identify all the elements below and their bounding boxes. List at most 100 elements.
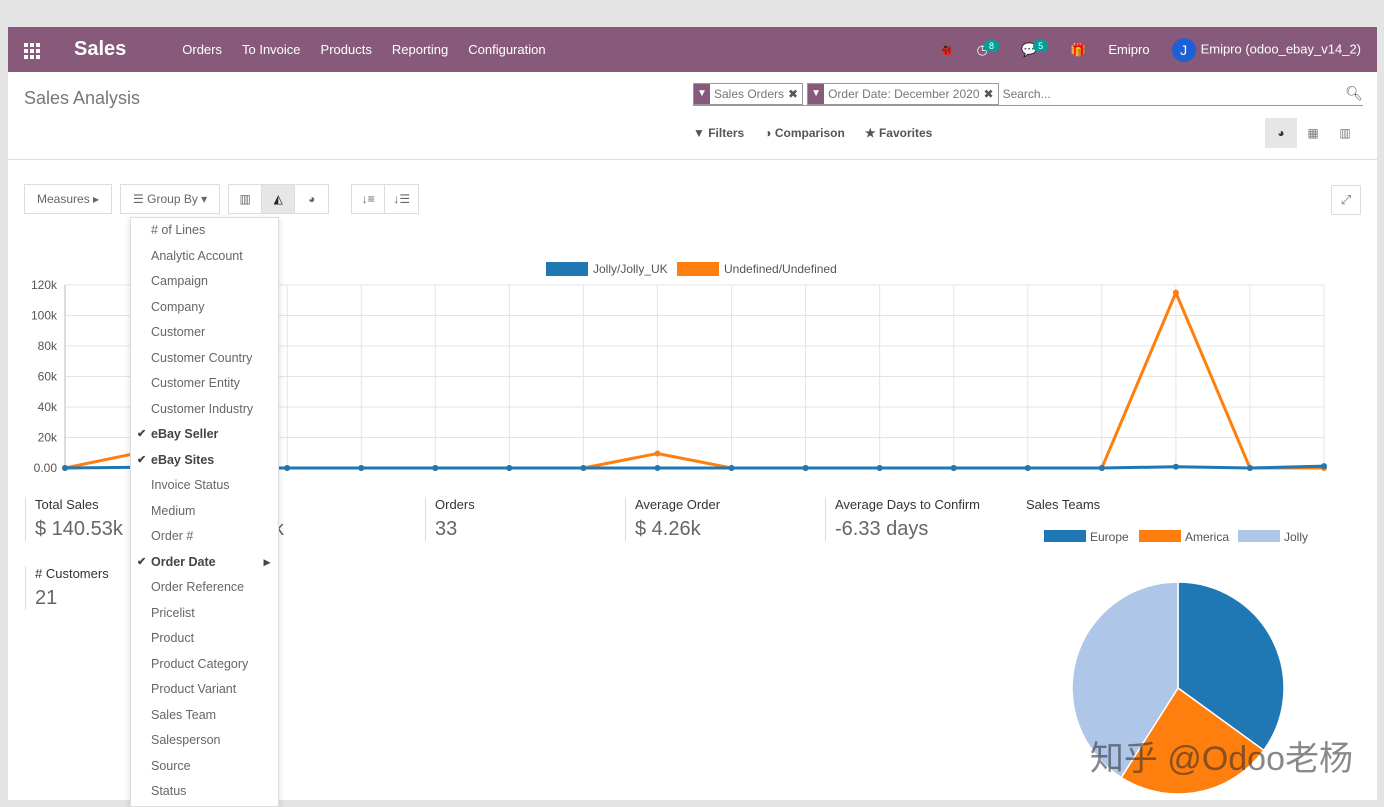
group-by-option[interactable]: # of Lines	[131, 218, 278, 244]
legend-label[interactable]: Undefined/Undefined	[724, 262, 837, 276]
group-by-dropdown: # of Lines Analytic Account Campaign Compan…	[130, 217, 279, 807]
activity-button[interactable]: ◷8	[977, 39, 999, 58]
data-point[interactable]	[358, 465, 365, 471]
pie-chart-icon[interactable]: ◕	[295, 185, 328, 213]
comparison-button[interactable]: ◑ Comparison	[764, 126, 845, 140]
legend-swatch	[1139, 530, 1181, 542]
group-by-option[interactable]: Medium	[131, 499, 278, 525]
group-by-option[interactable]: eBay Sites	[131, 448, 278, 474]
company-switcher[interactable]: Emipro	[1108, 42, 1149, 57]
pivot-view-icon[interactable]: ▦	[1297, 118, 1329, 148]
data-point[interactable]	[1024, 465, 1031, 471]
group-by-option[interactable]: Sales Team	[131, 703, 278, 729]
kpi-card[interactable]: Average Days to Confirm -6.33 days	[825, 497, 980, 541]
legend-label[interactable]: Europe	[1090, 530, 1129, 544]
bar-chart-icon[interactable]: ▥	[229, 185, 263, 213]
group-by-option[interactable]: Customer Country	[131, 346, 278, 372]
group-by-option[interactable]: Product Category	[131, 652, 278, 678]
gift-icon[interactable]: 🎁	[1070, 42, 1086, 58]
data-point[interactable]	[802, 465, 809, 471]
graph-view-icon[interactable]: ▥	[1329, 118, 1361, 148]
filters-button[interactable]: ▼ Filters	[693, 126, 744, 140]
legend-label[interactable]: America	[1185, 530, 1229, 544]
legend-label[interactable]: Jolly/Jolly_UK	[593, 262, 668, 276]
search-icon[interactable]: 🔍︎	[1345, 85, 1363, 102]
measures-button[interactable]: Measures ▸	[24, 184, 113, 214]
menu-reporting[interactable]: Reporting	[392, 42, 448, 57]
group-by-option[interactable]: Source	[131, 754, 278, 780]
data-point[interactable]	[62, 465, 68, 471]
remove-facet-icon[interactable]: ✖	[788, 87, 802, 101]
legend-swatch	[677, 262, 719, 276]
group-by-option[interactable]: Analytic Account	[131, 244, 278, 270]
group-by-option[interactable]: Salesperson	[131, 728, 278, 754]
group-by-button[interactable]: ☰ Group By ▾	[120, 184, 221, 214]
legend-label[interactable]: Jolly	[1284, 530, 1308, 544]
data-point[interactable]	[876, 465, 883, 471]
menu-orders[interactable]: Orders	[182, 42, 222, 57]
group-by-option[interactable]: Product Variant	[131, 677, 278, 703]
kpi-label: Average Order	[635, 497, 721, 512]
expand-icon[interactable]: ⤢	[1331, 185, 1361, 215]
favorites-button[interactable]: ★ Favorites	[865, 126, 932, 140]
group-by-option[interactable]: Customer Entity	[131, 371, 278, 397]
kpi-card[interactable]: Orders 33	[425, 497, 475, 541]
kpi-value: $ 140.53k	[35, 518, 123, 540]
data-point[interactable]	[580, 465, 587, 471]
kpi-card[interactable]: # Customers 21	[25, 566, 109, 610]
group-by-option[interactable]: Order Date	[131, 550, 278, 576]
messages-button[interactable]: 💬5	[1021, 39, 1049, 58]
facet-order-date: ▼ Order Date: December 2020 ✖	[807, 82, 999, 105]
user-menu[interactable]: J Emipro (odoo_ebay_v14_2)	[1171, 37, 1361, 62]
data-point[interactable]	[1098, 465, 1105, 471]
group-by-option[interactable]: Invoice Status	[131, 473, 278, 499]
facet-label: Order Date: December 2020	[828, 86, 980, 101]
group-by-option[interactable]: Order #	[131, 524, 278, 550]
group-by-option[interactable]: Product	[131, 626, 278, 652]
dashboard-view-icon[interactable]: ◕	[1265, 118, 1297, 148]
menu-configuration[interactable]: Configuration	[468, 42, 545, 57]
group-by-option[interactable]: Customer	[131, 320, 278, 346]
kpi-card[interactable]: Total Sales $ 140.53k	[25, 497, 123, 541]
messages-badge: 5	[1033, 39, 1049, 52]
debug-bug-icon[interactable]: 🐞	[938, 42, 954, 58]
data-point[interactable]	[1172, 289, 1179, 296]
kpi-value: 21	[35, 587, 58, 609]
group-by-option[interactable]: Pricelist	[131, 601, 278, 627]
filter-icon: ▼	[694, 83, 710, 104]
data-point[interactable]	[432, 465, 439, 471]
activity-badge: 8	[983, 39, 999, 52]
data-point[interactable]	[950, 465, 957, 471]
group-by-option[interactable]: Order Reference	[131, 575, 278, 601]
group-by-option[interactable]: Campaign	[131, 269, 278, 295]
data-point[interactable]	[1321, 463, 1327, 470]
apps-menu-icon[interactable]	[24, 42, 42, 59]
favorites-label: Favorites	[878, 126, 933, 140]
app-brand[interactable]: Sales	[74, 38, 126, 61]
menu-to-invoice[interactable]: To Invoice	[242, 42, 301, 57]
facet-label: Sales Orders	[714, 86, 785, 101]
watermark: 知乎 @Odoo老杨	[1089, 740, 1353, 778]
legend-swatch	[1044, 530, 1086, 542]
group-by-option[interactable]: Customer Industry	[131, 397, 278, 423]
data-point[interactable]	[1172, 463, 1179, 470]
group-by-option[interactable]: Company	[131, 295, 278, 321]
data-point[interactable]	[728, 465, 735, 471]
data-point[interactable]	[654, 450, 661, 457]
group-by-option[interactable]: eBay Seller	[131, 422, 278, 448]
y-tick-label: 20k	[38, 431, 58, 445]
group-by-label: Group By	[147, 192, 198, 206]
group-by-option[interactable]: Status	[131, 779, 278, 805]
data-point[interactable]	[506, 465, 513, 471]
menu-products[interactable]: Products	[321, 42, 372, 57]
line-chart-icon[interactable]: ◭	[262, 185, 296, 213]
filter-icon: ▼	[808, 83, 825, 104]
sort-descending-icon[interactable]: ↓≡	[352, 185, 386, 213]
data-point[interactable]	[1246, 465, 1253, 471]
kpi-card[interactable]: Average Order $ 4.26k	[625, 497, 720, 541]
sort-ascending-icon[interactable]: ↓☰	[385, 185, 418, 213]
search-input[interactable]	[1002, 86, 1342, 101]
data-point[interactable]	[284, 465, 291, 471]
remove-facet-icon[interactable]: ✖	[984, 87, 998, 101]
data-point[interactable]	[654, 465, 661, 471]
